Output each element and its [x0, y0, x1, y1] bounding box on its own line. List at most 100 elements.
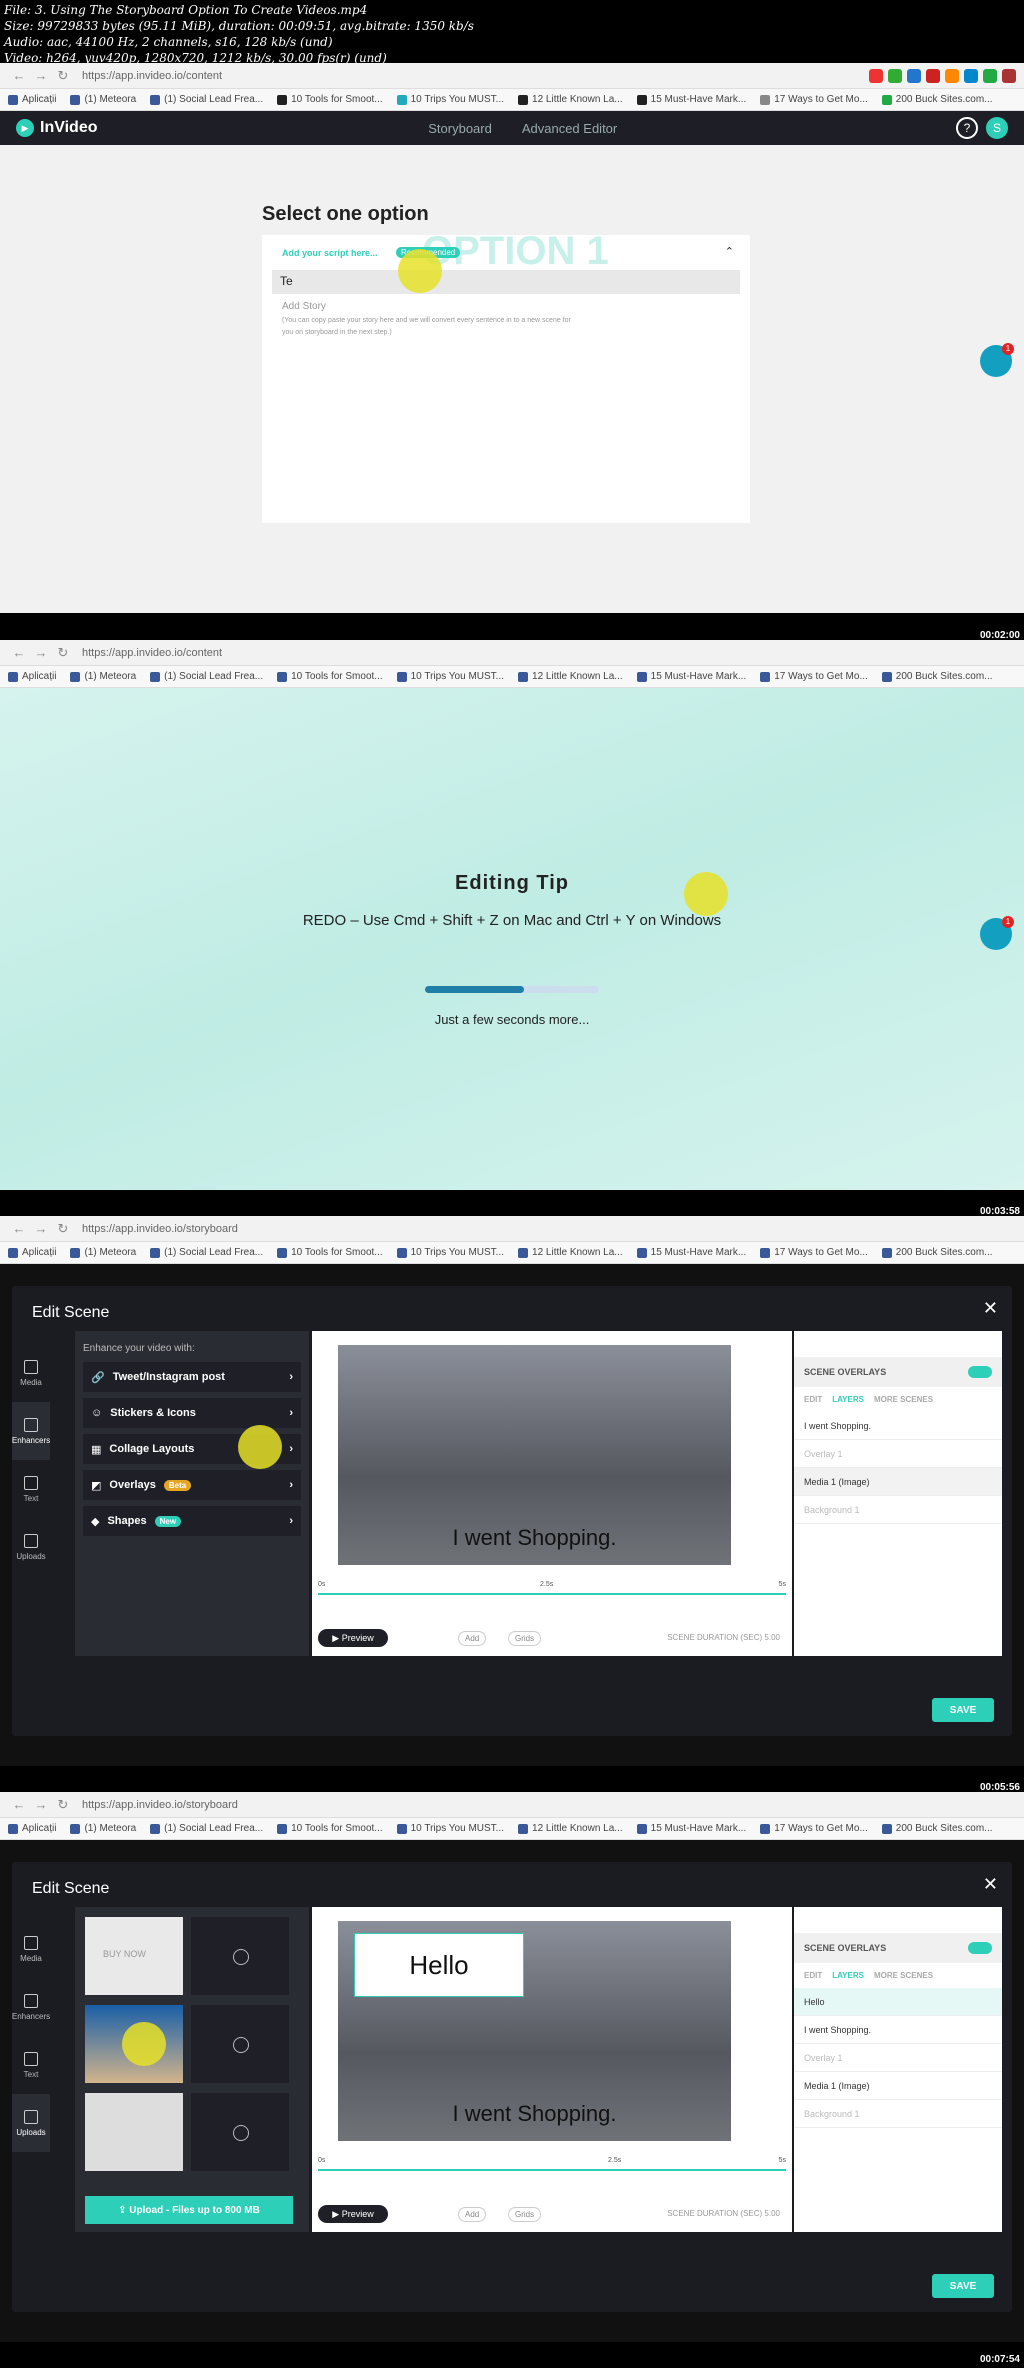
- preview-button[interactable]: ▶ Preview: [318, 2205, 388, 2223]
- avatar[interactable]: S: [986, 117, 1008, 139]
- bookmark[interactable]: 10 Trips You MUST...: [396, 671, 504, 682]
- forward-icon[interactable]: →: [30, 1221, 52, 1236]
- chat-icon[interactable]: 1: [980, 916, 1014, 950]
- bookmark[interactable]: 12 Little Known La...: [518, 94, 623, 105]
- reload-icon[interactable]: ↻: [52, 1797, 74, 1813]
- help-icon[interactable]: ?: [956, 117, 978, 139]
- scene-caption[interactable]: I went Shopping.: [338, 1525, 731, 1551]
- bookmark[interactable]: (1) Social Lead Frea...: [150, 1247, 263, 1258]
- bookmark[interactable]: 200 Buck Sites.com...: [881, 1247, 993, 1258]
- preview-button[interactable]: ▶ Preview: [318, 1629, 388, 1647]
- sidebar-enhancers[interactable]: Enhancers: [12, 1978, 50, 2036]
- address-bar[interactable]: https://app.invideo.io/content: [82, 70, 222, 82]
- sidebar-text[interactable]: Text: [12, 2036, 50, 2094]
- bookmark[interactable]: 200 Buck Sites.com...: [881, 94, 993, 105]
- back-icon[interactable]: ←: [8, 68, 30, 83]
- script-input[interactable]: Te: [272, 270, 740, 294]
- enhancer-overlays[interactable]: ◩ Overlays Beta ›: [83, 1470, 301, 1500]
- tab-layers[interactable]: LAYERS: [832, 1971, 864, 1980]
- scene-duration[interactable]: SCENE DURATION (SEC) 5.00: [667, 2209, 780, 2218]
- bookmark[interactable]: 10 Tools for Smoot...: [277, 1247, 383, 1258]
- layer-item[interactable]: I went Shopping.: [794, 2016, 1002, 2044]
- chat-icon[interactable]: 1: [980, 343, 1014, 377]
- layer-item[interactable]: Media 1 (Image): [794, 2072, 1002, 2100]
- bookmark[interactable]: 17 Ways to Get Mo...: [760, 94, 868, 105]
- tab-edit[interactable]: EDIT: [804, 1395, 822, 1404]
- tab-layers[interactable]: LAYERS: [832, 1395, 864, 1404]
- bookmark[interactable]: 15 Must-Have Mark...: [636, 1823, 746, 1834]
- bookmark[interactable]: 10 Tools for Smoot...: [277, 671, 383, 682]
- select-slot[interactable]: [191, 1917, 289, 1995]
- bookmark[interactable]: 200 Buck Sites.com...: [881, 1823, 993, 1834]
- close-icon[interactable]: ✕: [983, 1874, 998, 1895]
- bookmark[interactable]: 17 Ways to Get Mo...: [760, 1247, 868, 1258]
- scene-overlays-toggle[interactable]: SCENE OVERLAYS: [794, 1357, 1002, 1387]
- forward-icon[interactable]: →: [30, 645, 52, 660]
- bookmark[interactable]: (1) Social Lead Frea...: [150, 94, 263, 105]
- forward-icon[interactable]: →: [30, 1797, 52, 1812]
- bookmark[interactable]: Aplicații: [8, 1247, 56, 1258]
- bookmark[interactable]: (1) Social Lead Frea...: [150, 671, 263, 682]
- upload-thumb[interactable]: BUY NOW: [85, 1917, 183, 1995]
- enhancer-tweet[interactable]: 🔗 Tweet/Instagram post ›: [83, 1362, 301, 1392]
- tab-more-scenes[interactable]: MORE SCENES: [874, 1971, 933, 1980]
- layer-item[interactable]: Background 1: [794, 1496, 1002, 1524]
- bookmark[interactable]: (1) Social Lead Frea...: [150, 1823, 263, 1834]
- bookmark[interactable]: 15 Must-Have Mark...: [636, 94, 746, 105]
- add-button[interactable]: Add: [458, 2207, 487, 2222]
- bookmark[interactable]: 10 Trips You MUST...: [396, 1247, 504, 1258]
- bookmark[interactable]: (1) Meteora: [70, 1247, 136, 1258]
- bookmark[interactable]: 15 Must-Have Mark...: [636, 1247, 746, 1258]
- save-button[interactable]: SAVE: [932, 2274, 994, 2298]
- bookmark[interactable]: Aplicații: [8, 1823, 56, 1834]
- timeline[interactable]: [318, 2169, 786, 2171]
- enhancer-shapes[interactable]: ◆ Shapes New ›: [83, 1506, 301, 1536]
- tab-edit[interactable]: EDIT: [804, 1971, 822, 1980]
- hello-text-box[interactable]: Hello: [354, 1933, 524, 1997]
- bookmark[interactable]: Aplicații: [8, 94, 56, 105]
- timeline[interactable]: [318, 1593, 786, 1595]
- sidebar-text[interactable]: Text: [12, 1460, 50, 1518]
- bookmark[interactable]: 10 Tools for Smoot...: [277, 1823, 383, 1834]
- upload-button[interactable]: ⇪ Upload - Files up to 800 MB: [85, 2196, 293, 2224]
- tab-more-scenes[interactable]: MORE SCENES: [874, 1395, 933, 1404]
- scene-duration[interactable]: SCENE DURATION (SEC) 5.00: [667, 1633, 780, 1642]
- add-button[interactable]: Add: [458, 1631, 487, 1646]
- bookmark[interactable]: 12 Little Known La...: [518, 671, 623, 682]
- bookmark[interactable]: 10 Tools for Smoot...: [277, 94, 383, 105]
- scene-preview[interactable]: I went Shopping.: [338, 1345, 731, 1565]
- bookmark[interactable]: 200 Buck Sites.com...: [881, 671, 993, 682]
- back-icon[interactable]: ←: [8, 645, 30, 660]
- upload-thumb[interactable]: [85, 2093, 183, 2171]
- grids-button[interactable]: Grids: [508, 2207, 542, 2222]
- bookmark[interactable]: 17 Ways to Get Mo...: [760, 671, 868, 682]
- scene-caption[interactable]: I went Shopping.: [338, 2101, 731, 2127]
- back-icon[interactable]: ←: [8, 1221, 30, 1236]
- sidebar-enhancers[interactable]: Enhancers: [12, 1402, 50, 1460]
- reload-icon[interactable]: ↻: [52, 68, 74, 84]
- reload-icon[interactable]: ↻: [52, 645, 74, 661]
- bookmark[interactable]: (1) Meteora: [70, 671, 136, 682]
- bookmark[interactable]: 17 Ways to Get Mo...: [760, 1823, 868, 1834]
- bookmark[interactable]: Aplicații: [8, 671, 56, 682]
- scene-overlays-toggle[interactable]: SCENE OVERLAYS: [794, 1933, 1002, 1963]
- enhancer-stickers[interactable]: ☺ Stickers & Icons ›: [83, 1398, 301, 1428]
- address-bar[interactable]: https://app.invideo.io/storyboard: [82, 1799, 238, 1811]
- address-bar[interactable]: https://app.invideo.io/content: [82, 647, 222, 659]
- collapse-icon[interactable]: ⌃: [725, 245, 734, 258]
- sidebar-media[interactable]: Media: [12, 1344, 50, 1402]
- save-button[interactable]: SAVE: [932, 1698, 994, 1722]
- reload-icon[interactable]: ↻: [52, 1221, 74, 1237]
- layer-item[interactable]: Overlay 1: [794, 1440, 1002, 1468]
- select-slot[interactable]: [191, 2005, 289, 2083]
- bookmark[interactable]: (1) Meteora: [70, 94, 136, 105]
- address-bar[interactable]: https://app.invideo.io/storyboard: [82, 1223, 238, 1235]
- scene-preview[interactable]: Hello I went Shopping.: [338, 1921, 731, 2141]
- nav-storyboard[interactable]: Storyboard: [428, 121, 492, 136]
- bookmark[interactable]: 10 Trips You MUST...: [396, 1823, 504, 1834]
- layer-item[interactable]: Hello: [794, 1988, 1002, 2016]
- nav-advanced-editor[interactable]: Advanced Editor: [522, 121, 617, 136]
- bookmark[interactable]: 10 Trips You MUST...: [396, 94, 504, 105]
- back-icon[interactable]: ←: [8, 1797, 30, 1812]
- sidebar-uploads[interactable]: Uploads: [12, 2094, 50, 2152]
